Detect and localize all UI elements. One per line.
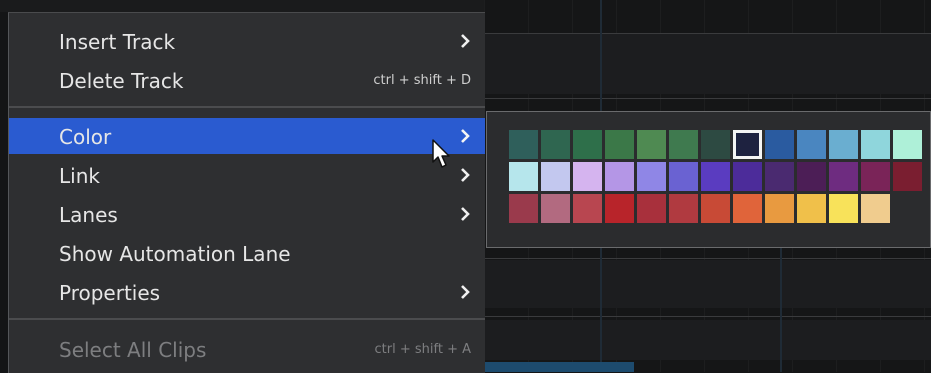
menu-item-lanes[interactable]: Lanes	[9, 196, 485, 232]
color-swatch[interactable]	[733, 130, 762, 159]
color-swatch[interactable]	[701, 194, 730, 223]
track-context-menu: Insert Track Delete Track ctrl + shift +…	[8, 12, 485, 373]
shortcut-text: ctrl + shift + D	[373, 73, 471, 88]
color-swatch[interactable]	[509, 162, 538, 191]
menu-item-link[interactable]: Link	[9, 157, 485, 193]
track-divider	[484, 33, 931, 34]
track-row[interactable]	[484, 320, 931, 360]
menu-item-label: Color	[59, 125, 112, 149]
color-swatch[interactable]	[669, 130, 698, 159]
color-swatch[interactable]	[509, 130, 538, 159]
grid-line	[780, 248, 782, 372]
chevron-right-icon	[461, 207, 470, 221]
color-swatch[interactable]	[829, 162, 858, 191]
grid-line	[600, 248, 602, 372]
color-swatch[interactable]	[829, 194, 858, 223]
color-swatch[interactable]	[733, 162, 762, 191]
color-swatch[interactable]	[573, 194, 602, 223]
color-swatch[interactable]	[573, 162, 602, 191]
track-divider	[484, 98, 931, 99]
color-swatch[interactable]	[605, 162, 634, 191]
menu-item-label: Properties	[59, 281, 161, 305]
menu-item-label: Show Automation Lane	[59, 242, 291, 266]
color-swatch[interactable]	[573, 130, 602, 159]
color-swatch[interactable]	[765, 130, 794, 159]
track-divider	[484, 258, 931, 259]
color-swatch[interactable]	[669, 162, 698, 191]
menu-item-delete-track[interactable]: Delete Track ctrl + shift + D	[9, 62, 485, 98]
color-swatch[interactable]	[861, 194, 890, 223]
color-swatch[interactable]	[605, 194, 634, 223]
menu-item-label: Link	[59, 164, 100, 188]
color-swatch[interactable]	[765, 194, 794, 223]
grid-line	[600, 0, 602, 111]
color-swatch[interactable]	[541, 130, 570, 159]
chevron-right-icon	[461, 285, 470, 299]
menu-item-label: Lanes	[59, 203, 118, 227]
color-swatch[interactable]	[797, 130, 826, 159]
clip-edge[interactable]	[484, 362, 634, 372]
color-swatch[interactable]	[861, 130, 890, 159]
menu-separator	[9, 106, 485, 108]
menu-item-select-all-clips[interactable]: Select All Clips ctrl + shift + A	[9, 331, 485, 367]
color-swatch[interactable]	[541, 162, 570, 191]
shortcut-text: ctrl + shift + A	[374, 342, 471, 357]
chevron-right-icon	[461, 168, 470, 182]
color-swatch[interactable]	[541, 194, 570, 223]
color-swatch[interactable]	[733, 194, 762, 223]
color-swatch[interactable]	[797, 194, 826, 223]
menu-item-show-automation-lane[interactable]: Show Automation Lane	[9, 235, 485, 271]
menu-item-color[interactable]: Color	[9, 118, 485, 154]
menu-item-label: Select All Clips	[59, 338, 207, 362]
color-swatch[interactable]	[861, 162, 890, 191]
track-row[interactable]	[484, 260, 931, 308]
track-divider	[484, 316, 931, 317]
color-swatch[interactable]	[797, 162, 826, 191]
color-swatch[interactable]	[893, 130, 922, 159]
menu-item-label: Delete Track	[59, 69, 184, 93]
color-swatch[interactable]	[509, 194, 538, 223]
menu-item-properties[interactable]: Properties	[9, 274, 485, 310]
color-swatch[interactable]	[829, 130, 858, 159]
color-swatch[interactable]	[637, 130, 666, 159]
chevron-right-icon	[461, 129, 470, 143]
track-row[interactable]	[484, 34, 931, 94]
color-submenu	[486, 111, 931, 248]
color-swatch[interactable]	[637, 162, 666, 191]
color-swatch[interactable]	[637, 194, 666, 223]
color-swatch[interactable]	[605, 130, 634, 159]
color-swatch[interactable]	[893, 162, 922, 191]
mouse-pointer-icon	[432, 139, 450, 168]
color-swatch[interactable]	[701, 130, 730, 159]
menu-item-insert-track[interactable]: Insert Track	[9, 23, 485, 59]
chevron-right-icon	[461, 34, 470, 48]
color-swatch[interactable]	[701, 162, 730, 191]
menu-item-label: Insert Track	[59, 30, 176, 54]
color-swatch[interactable]	[765, 162, 794, 191]
color-swatch[interactable]	[669, 194, 698, 223]
menu-separator	[9, 318, 485, 320]
